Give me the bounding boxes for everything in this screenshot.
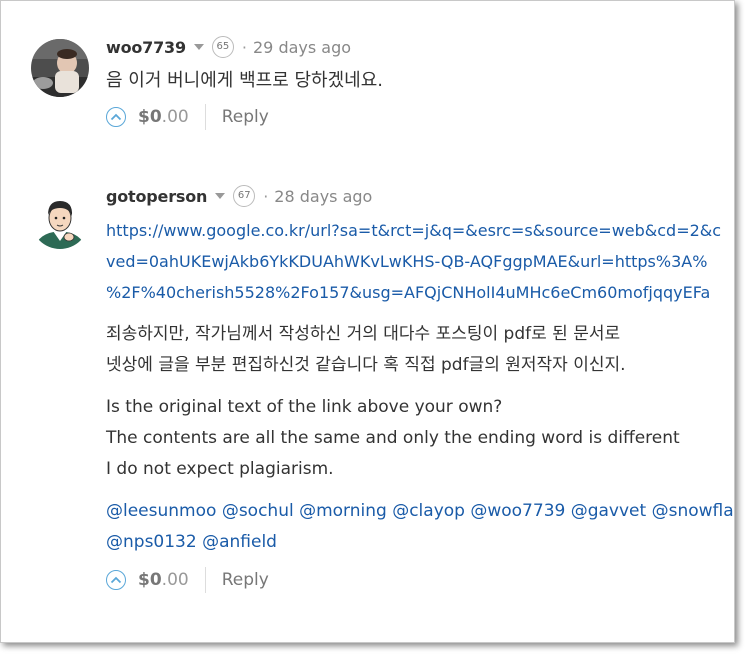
payout-cents: .00: [161, 107, 189, 127]
timestamp[interactable]: 28 days ago: [274, 187, 372, 206]
reputation-badge: 65: [211, 36, 234, 58]
payout-dollar: $0: [138, 570, 162, 590]
payout-dollar: $0: [138, 107, 162, 127]
avatar[interactable]: [31, 39, 89, 97]
reply-button[interactable]: Reply: [222, 107, 269, 127]
meta-separator: ·: [263, 186, 269, 206]
comment-content: woo7739 65 · 29 days ago 음 이거 버니에게 백프로 당…: [106, 31, 734, 132]
comments-panel: woo7739 65 · 29 days ago 음 이거 버니에게 백프로 당…: [0, 0, 735, 643]
text-line: 넷상에 글을 부분 편집하신것 같습니다 혹 직접 pdf글의 원저작자 이신지…: [106, 355, 626, 375]
comment-meta: gotoperson 67 · 28 days ago: [106, 180, 734, 212]
payout-value[interactable]: $0.00: [138, 107, 189, 127]
text-line: I do not expect plagiarism.: [106, 459, 334, 479]
author-name[interactable]: gotoperson: [106, 187, 207, 206]
mentions: @leesunmoo @sochul @morning @clayop @woo…: [106, 496, 734, 558]
chevron-up-circle-icon[interactable]: [106, 107, 126, 127]
footer-divider: [204, 567, 206, 593]
payout-cents: .00: [161, 570, 189, 590]
caret-down-icon[interactable]: [193, 44, 204, 50]
mention-line[interactable]: @leesunmoo @sochul @morning @clayop @woo…: [106, 496, 734, 527]
link-line[interactable]: https://www.google.co.kr/url?sa=t&rct=j&…: [106, 215, 734, 246]
comment-content: gotoperson 67 · 28 days ago https://www.…: [106, 177, 734, 595]
reply-button[interactable]: Reply: [222, 570, 269, 590]
comment-paragraph-korean: 죄송하지만, 작가님께서 작성하신 거의 대다수 포스팅이 pdf로 된 문서로…: [106, 319, 734, 381]
link-line[interactable]: ved=0ahUKEwjAkb6YkKDUAhWKvLwKHS-QB-AQFgg…: [106, 246, 734, 277]
reputation-badge: 67: [233, 185, 256, 207]
avatar[interactable]: [31, 191, 89, 249]
comment-footer: $0.00 Reply: [106, 102, 734, 132]
mention-line[interactable]: @nps0132 @anfield: [106, 527, 734, 558]
payout-value[interactable]: $0.00: [138, 570, 189, 590]
comment-body: 음 이거 버니에게 백프로 당하겠네요.: [106, 70, 384, 91]
chevron-up-circle-icon[interactable]: [106, 570, 126, 590]
link-line[interactable]: %2F%40cherish5528%2Fo157&usg=AFQjCNHolI4…: [106, 277, 734, 308]
text-line: The contents are all the same and only t…: [106, 428, 680, 448]
author-name[interactable]: woo7739: [106, 38, 186, 57]
footer-divider: [204, 104, 206, 130]
comment-meta: woo7739 65 · 29 days ago: [106, 31, 734, 63]
timestamp[interactable]: 29 days ago: [253, 38, 351, 57]
text-line: 죄송하지만, 작가님께서 작성하신 거의 대다수 포스팅이 pdf로 된 문서로: [106, 324, 621, 344]
caret-down-icon[interactable]: [215, 193, 226, 199]
comment-link[interactable]: https://www.google.co.kr/url?sa=t&rct=j&…: [106, 215, 734, 308]
comment-paragraph-english: Is the original text of the link above y…: [106, 392, 734, 485]
text-line: Is the original text of the link above y…: [106, 397, 503, 417]
meta-separator: ·: [241, 37, 247, 57]
comment-footer: $0.00 Reply: [106, 565, 734, 595]
